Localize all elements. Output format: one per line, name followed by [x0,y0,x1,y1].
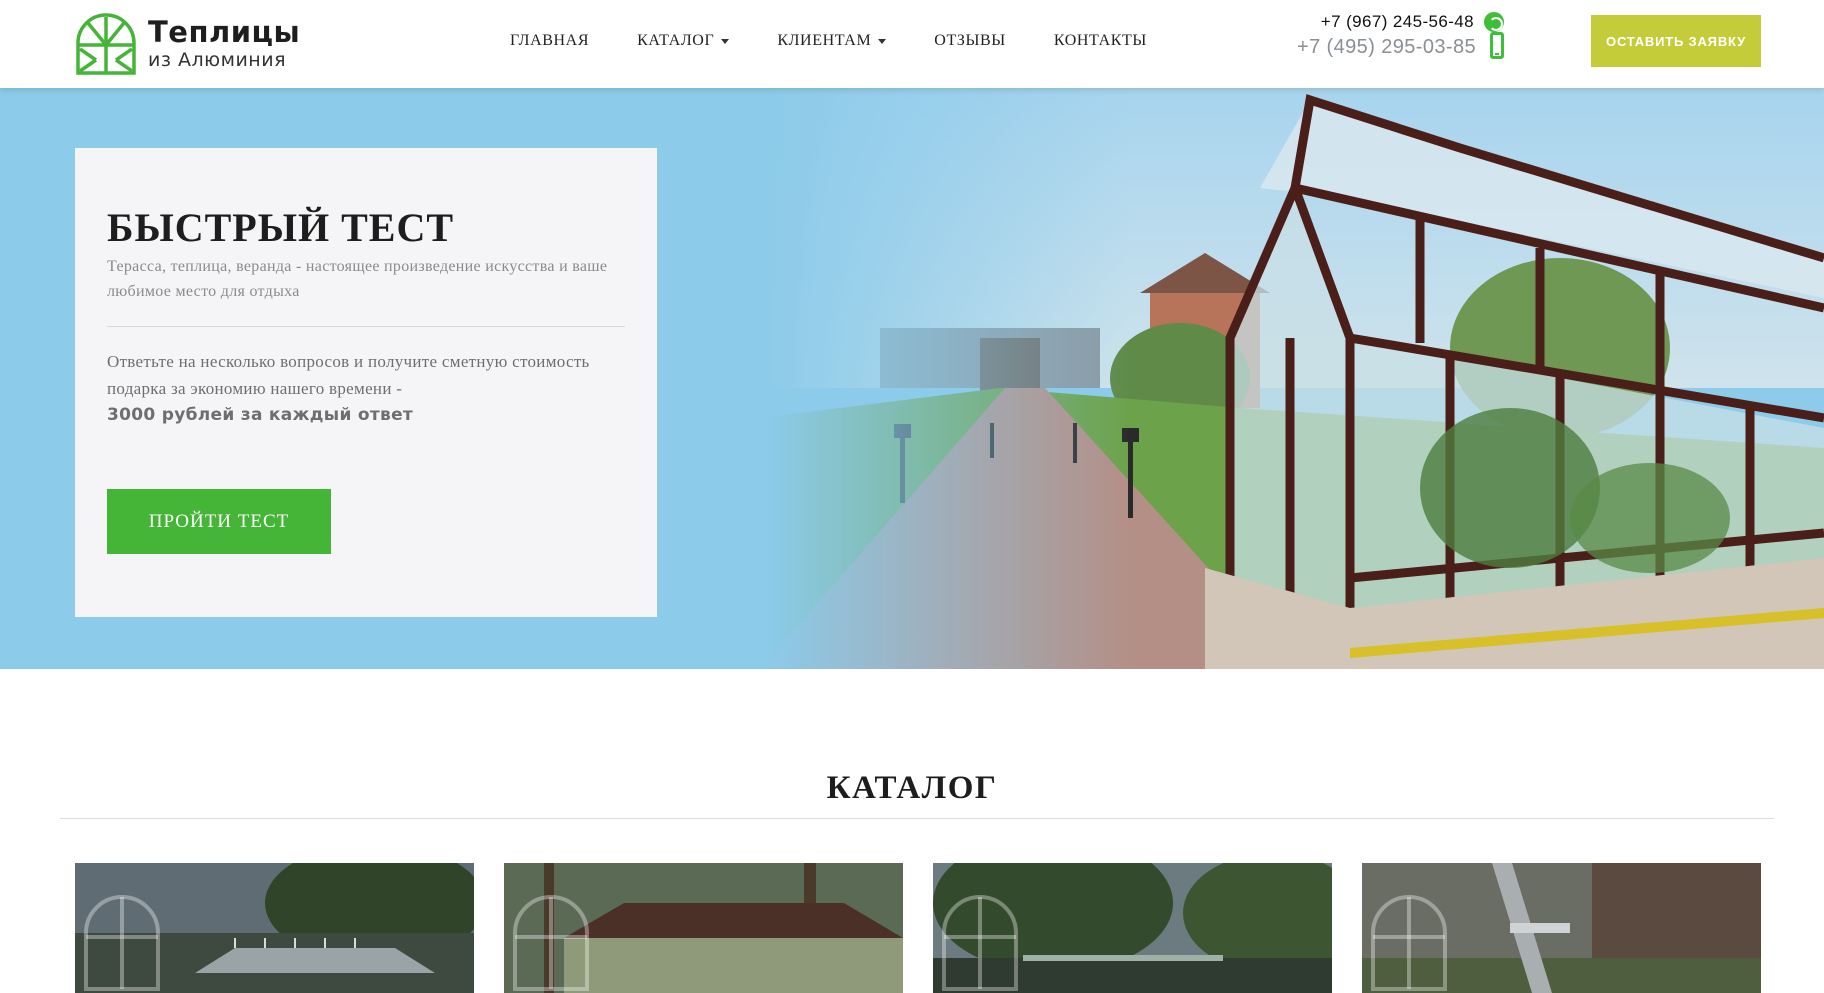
mobile-phone-icon [1490,32,1504,59]
nav-item-contacts[interactable]: КОНТАКТЫ [1054,32,1147,50]
nav-item-home[interactable]: ГЛАВНАЯ [510,32,589,50]
nav-item-clients[interactable]: КЛИЕНТАМ [777,32,887,50]
watermark-logo-icon [942,895,1018,991]
watermark-logo-icon [513,895,589,991]
logo-subtitle: из Алюминия [148,48,287,71]
site-header: Теплицы из Алюминия ГЛАВНАЯ КАТАЛОГ КЛИЕ… [0,0,1824,88]
catalog-divider [60,818,1774,819]
caret-down-icon [878,38,887,44]
phone-primary-link[interactable]: +7 (967) 245-56-48 [1321,12,1474,32]
caret-down-icon [721,38,730,44]
divider [107,326,625,327]
watermark-logo-icon [1371,895,1447,991]
nav-item-label: КАТАЛОГ [637,32,715,49]
nav-item-label: КЛИЕНТАМ [777,32,872,49]
nav-item-reviews[interactable]: ОТЗЫВЫ [934,32,1006,50]
catalog-card-4[interactable] [1362,863,1761,993]
quick-test-title: БЫСТРЫЙ ТЕСТ [107,205,455,250]
logo-title: Теплицы [148,14,301,49]
header-phones: +7 (967) 245-56-48 +7 (495) 295-03-85 [1297,12,1504,59]
nav-item-label: ОТЗЫВЫ [934,32,1006,49]
nav-item-label: КОНТАКТЫ [1053,32,1147,49]
main-nav: ГЛАВНАЯ КАТАЛОГ КЛИЕНТАМ ОТЗЫВЫ КОНТАКТЫ [510,32,1195,50]
quick-test-card: БЫСТРЫЙ ТЕСТ Терасса, теплица, веранда -… [75,148,657,617]
catalog-title: КАТАЛОГ [826,770,998,806]
take-test-button[interactable]: ПРОЙТИ ТЕСТ [107,489,331,554]
catalog-cards [75,863,1791,993]
quick-test-subtitle: Терасса, теплица, веранда - настоящее пр… [107,258,608,300]
hero-section: БЫСТРЫЙ ТЕСТ Терасса, теплица, веранда -… [0,88,1824,669]
nav-item-label: ГЛАВНАЯ [510,32,590,49]
catalog-card-2[interactable] [504,863,903,993]
catalog-card-3[interactable] [933,863,1332,993]
phone-secondary-link[interactable]: +7 (495) 295-03-85 [1297,36,1476,59]
greenhouse-logo-icon [76,13,136,75]
catalog-card-1[interactable] [75,863,474,993]
quick-test-description: Ответьте на несколько вопросов и получит… [107,352,590,398]
leave-request-button[interactable]: ОСТАВИТЬ ЗАЯВКУ [1591,15,1761,67]
whatsapp-icon[interactable] [1484,12,1504,32]
watermark-logo-icon [84,895,160,991]
nav-item-catalog[interactable]: КАТАЛОГ [637,32,730,50]
quick-test-highlight: 3000 рублей за каждый ответ [107,405,414,425]
site-logo[interactable]: Теплицы из Алюминия [74,13,300,75]
